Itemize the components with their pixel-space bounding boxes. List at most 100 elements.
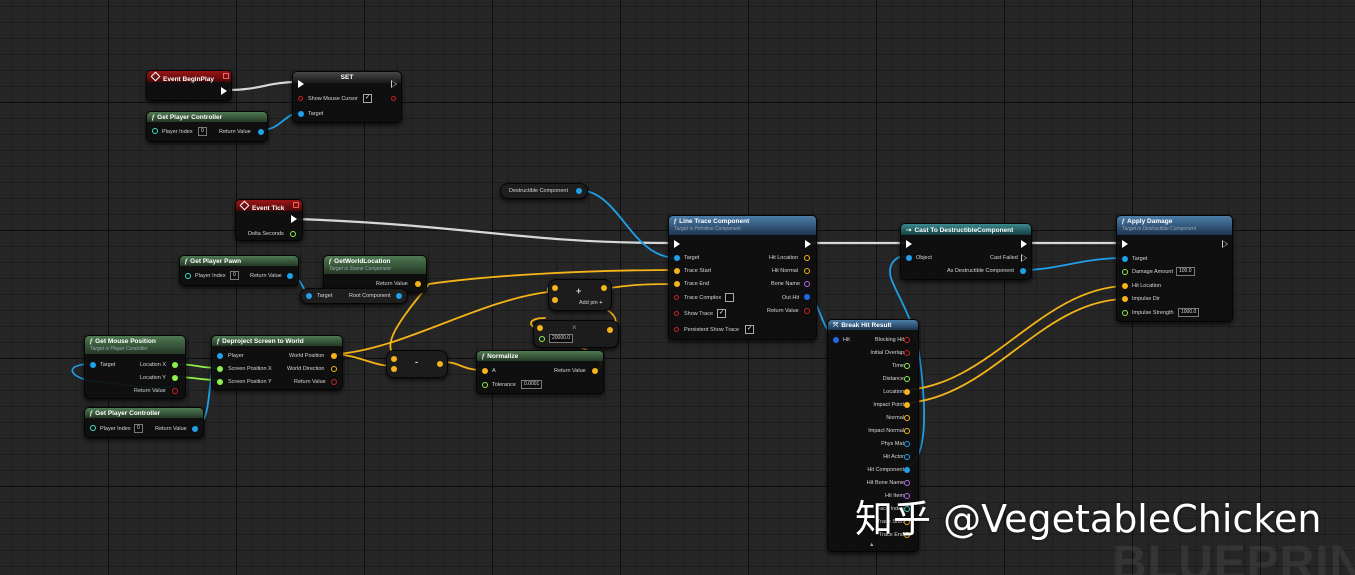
exec-in-pin[interactable] [1122, 240, 1128, 248]
float-in-pin[interactable] [1122, 310, 1128, 316]
target-pin[interactable] [1122, 256, 1128, 262]
normalize-node[interactable]: f Normalize A Return Value Tolerance 0.00… [476, 350, 604, 394]
show-trace-checkbox[interactable]: ✓ [717, 309, 726, 318]
vector-out-pin[interactable] [607, 327, 613, 333]
player-index-input[interactable]: 0 [134, 424, 143, 433]
target-pin[interactable] [674, 255, 680, 261]
break-output-pin[interactable] [904, 363, 910, 369]
cast-failed-pin[interactable] [1021, 254, 1027, 262]
vector-out-pin[interactable] [415, 281, 421, 287]
multiplier-input[interactable]: 20000.0 [549, 334, 574, 343]
cast-to-destructible-node[interactable]: ⇢ Cast To DestructibleComponent Object Ca… [900, 223, 1032, 280]
target-pin[interactable] [306, 293, 312, 299]
float-in-pin[interactable] [482, 382, 488, 388]
blueprint-graph[interactable]: Event BeginPlay SET Show Mouse Cursor ✓ … [0, 0, 1355, 575]
get-mouse-position-node[interactable]: f Get Mouse Position Target is Player Cont… [84, 335, 186, 399]
exec-in-pin[interactable] [674, 240, 680, 248]
tolerance-input[interactable]: 0.0001 [521, 380, 543, 389]
component-out-pin[interactable] [576, 188, 582, 194]
root-component-node[interactable]: Target Root Component [300, 288, 408, 304]
apply-damage-node[interactable]: f Apply Damage Target is Destructible Comp… [1116, 215, 1233, 322]
location-x-pin[interactable] [172, 362, 178, 368]
impulse-dir-pin[interactable] [1122, 296, 1128, 302]
vector-in-pin-a[interactable] [552, 285, 558, 291]
event-beginplay-node[interactable]: Event BeginPlay [146, 70, 232, 101]
line-trace-component-node[interactable]: f Line Trace Component Target is Primitive… [668, 215, 817, 340]
int-in-pin[interactable] [90, 425, 96, 431]
root-component-out-pin[interactable] [396, 293, 402, 299]
break-output-pin[interactable] [904, 467, 910, 473]
int-in-pin[interactable] [185, 273, 191, 279]
target-pin[interactable] [90, 362, 96, 368]
add-vector-node[interactable]: + Add pin + [548, 279, 612, 311]
float-out-pin[interactable] [290, 231, 296, 237]
return-pin[interactable] [258, 129, 264, 135]
damage-amount-input[interactable]: 100.0 [1176, 267, 1195, 276]
object-pin[interactable] [906, 255, 912, 261]
return-pin[interactable] [287, 273, 293, 279]
hit-in-pin[interactable] [833, 337, 839, 343]
add-pin-button[interactable]: Add pin + [579, 300, 602, 306]
get-player-controller-node[interactable]: f Get Player Controller Player Index 0 Re… [146, 111, 268, 142]
event-tick-node[interactable]: Event Tick Delta Seconds [235, 199, 303, 241]
as-destructible-pin[interactable] [1020, 268, 1026, 274]
exec-in-pin[interactable] [298, 80, 304, 88]
player-pin[interactable] [217, 353, 223, 359]
break-output-pin[interactable] [904, 480, 910, 486]
bool-in-pin[interactable] [674, 295, 679, 300]
bool-out-pin[interactable] [172, 388, 178, 394]
exec-out-pin[interactable] [221, 87, 227, 95]
player-index-input[interactable]: 0 [198, 127, 207, 136]
trace-complex-checkbox[interactable] [725, 293, 734, 302]
bool-out-pin[interactable] [331, 379, 337, 385]
break-output-pin[interactable] [904, 441, 910, 447]
bool-in-pin[interactable] [298, 96, 303, 101]
bone-name-pin[interactable] [804, 281, 810, 287]
delegate-pin[interactable] [293, 202, 299, 208]
break-output-pin[interactable] [904, 389, 910, 395]
break-output-pin[interactable] [904, 415, 910, 421]
vector-in-pin[interactable] [537, 325, 543, 331]
out-hit-pin[interactable] [804, 294, 810, 300]
break-output-pin[interactable] [904, 350, 910, 356]
persistent-show-trace-checkbox[interactable]: ✓ [745, 325, 754, 334]
break-output-pin[interactable] [904, 428, 910, 434]
float-in-pin[interactable] [1122, 269, 1128, 275]
exec-out-pin[interactable] [805, 240, 811, 248]
float-in-pin[interactable] [539, 336, 545, 342]
vector-in-pin[interactable] [482, 368, 488, 374]
exec-out-pin[interactable] [1222, 240, 1228, 248]
hit-normal-pin[interactable] [804, 268, 810, 274]
break-output-pin[interactable] [904, 402, 910, 408]
screen-x-pin[interactable] [217, 366, 223, 372]
break-output-pin[interactable] [904, 337, 910, 343]
location-y-pin[interactable] [172, 375, 178, 381]
vector-in-pin-b[interactable] [391, 366, 397, 372]
get-player-pawn-node[interactable]: f Get Player Pawn Player Index 0 Return V… [179, 255, 299, 286]
hit-location-pin[interactable] [1122, 283, 1128, 289]
world-direction-pin[interactable] [331, 366, 337, 372]
bool-out-pin[interactable] [804, 308, 810, 314]
exec-out-pin[interactable] [291, 215, 297, 223]
screen-y-pin[interactable] [217, 379, 223, 385]
vector-out-pin[interactable] [592, 368, 598, 374]
bool-out-pin[interactable] [391, 96, 396, 101]
exec-in-pin[interactable] [906, 240, 912, 248]
trace-start-pin[interactable] [674, 268, 680, 274]
target-pin[interactable] [298, 111, 304, 117]
hit-location-pin[interactable] [804, 255, 810, 261]
show-mouse-cursor-checkbox[interactable]: ✓ [363, 94, 372, 103]
get-player-controller-node-2[interactable]: f Get Player Controller Player Index 0 Re… [84, 407, 204, 438]
vector-out-pin[interactable] [437, 361, 443, 367]
break-output-pin[interactable] [904, 454, 910, 460]
exec-out-pin[interactable] [1021, 240, 1027, 248]
set-node[interactable]: SET Show Mouse Cursor ✓ Target [292, 71, 402, 123]
delegate-pin[interactable] [223, 73, 229, 79]
bool-in-pin[interactable] [674, 327, 679, 332]
world-position-pin[interactable] [331, 353, 337, 359]
player-index-input[interactable]: 0 [230, 271, 239, 280]
impulse-strength-input[interactable]: 1000.0 [1178, 308, 1200, 317]
subtract-node[interactable]: - [386, 350, 448, 378]
break-output-pin[interactable] [904, 376, 910, 382]
vector-in-pin-b[interactable] [552, 297, 558, 303]
